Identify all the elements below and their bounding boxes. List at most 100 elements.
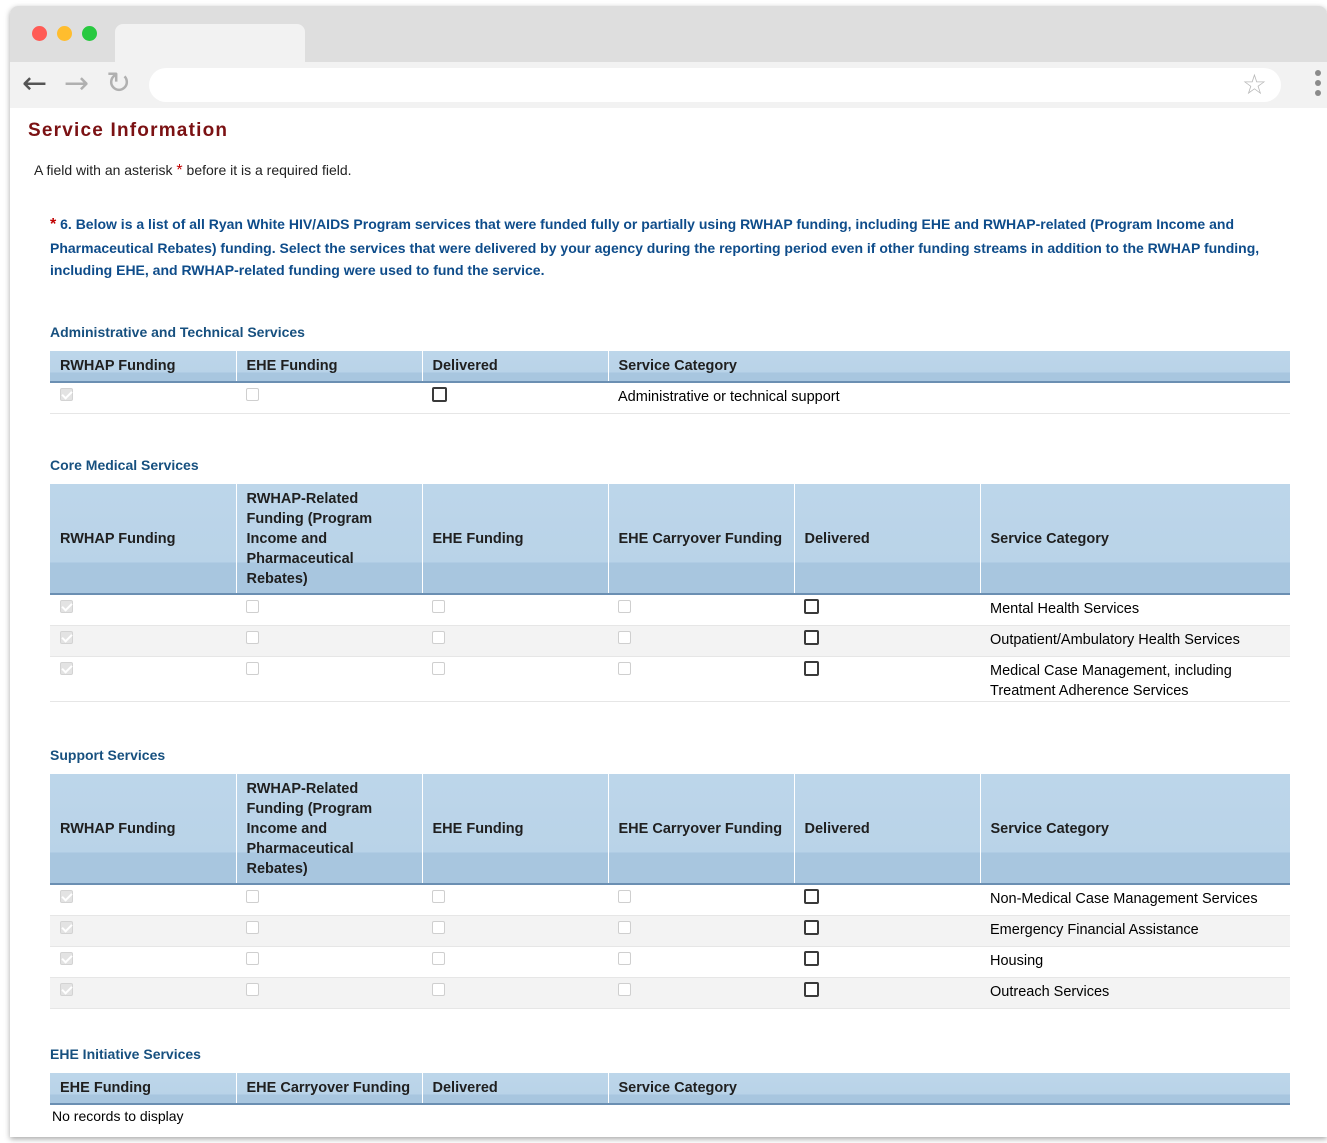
ehe-checkbox[interactable] — [432, 890, 445, 903]
address-bar[interactable]: ☆ — [149, 68, 1281, 102]
required-field-note: A field with an asterisk * before it is … — [34, 162, 352, 180]
table-row: Emergency Financial Assistance — [50, 915, 1290, 947]
column-header[interactable]: EHE Funding — [236, 351, 423, 383]
rwhap-checkbox[interactable] — [60, 662, 73, 675]
maximize-window-icon[interactable] — [82, 26, 97, 41]
column-header[interactable]: Delivered — [422, 1073, 609, 1105]
ehe-checkbox[interactable] — [246, 388, 259, 401]
delivered-checkbox[interactable] — [804, 951, 819, 966]
related-checkbox[interactable] — [246, 600, 259, 613]
related-checkbox[interactable] — [246, 631, 259, 644]
ehe-checkbox[interactable] — [432, 983, 445, 996]
carryover-checkbox[interactable] — [618, 952, 631, 965]
delivered-checkbox[interactable] — [804, 630, 819, 645]
close-window-icon[interactable] — [32, 26, 47, 41]
rwhap-cell — [50, 915, 236, 947]
column-header[interactable]: Service Category — [608, 351, 1290, 383]
table-row: Outpatient/Ambulatory Health Services — [50, 625, 1290, 657]
column-header[interactable]: Delivered — [422, 351, 609, 383]
carryover-checkbox[interactable] — [618, 631, 631, 644]
ehe-cell — [236, 382, 422, 414]
delivered-checkbox[interactable] — [804, 661, 819, 676]
ehe-checkbox[interactable] — [432, 921, 445, 934]
ehe-checkbox[interactable] — [432, 631, 445, 644]
delivered-checkbox[interactable] — [804, 982, 819, 997]
column-header[interactable]: Service Category — [980, 774, 1290, 885]
column-header[interactable]: EHE Carryover Funding — [608, 484, 795, 595]
required-asterisk-icon: * — [50, 216, 57, 233]
service-category-cell: Medical Case Management, including Treat… — [980, 656, 1290, 702]
table-body: Administrative or technical support — [50, 382, 1290, 414]
column-header[interactable]: Service Category — [980, 484, 1290, 595]
delivered-checkbox[interactable] — [804, 920, 819, 935]
column-header[interactable]: EHE Carryover Funding — [236, 1073, 423, 1105]
column-header[interactable]: RWHAP Funding — [50, 774, 237, 885]
delivered-cell — [794, 946, 980, 978]
delivered-checkbox[interactable] — [804, 599, 819, 614]
related-checkbox[interactable] — [246, 662, 259, 675]
rwhap-checkbox[interactable] — [60, 983, 73, 996]
related-checkbox[interactable] — [246, 952, 259, 965]
arrow-left-icon[interactable]: ← — [22, 66, 47, 102]
related-checkbox[interactable] — [246, 983, 259, 996]
column-header[interactable]: EHE Funding — [422, 484, 609, 595]
rwhap-checkbox[interactable] — [60, 921, 73, 934]
ehe-cell — [422, 594, 608, 626]
star-icon[interactable]: ☆ — [1242, 69, 1267, 101]
browser-titlebar — [10, 6, 1327, 64]
carryover-cell — [608, 656, 794, 702]
delivered-cell — [794, 977, 980, 1009]
delivered-checkbox[interactable] — [804, 889, 819, 904]
support-services-table: RWHAP Funding RWHAP-Related Funding (Pro… — [50, 774, 1290, 1009]
related-cell — [236, 594, 422, 626]
rwhap-checkbox[interactable] — [60, 952, 73, 965]
carryover-checkbox[interactable] — [618, 890, 631, 903]
carryover-checkbox[interactable] — [618, 921, 631, 934]
column-header[interactable]: RWHAP Funding — [50, 351, 237, 383]
rwhap-cell — [50, 946, 236, 978]
kebab-menu-icon[interactable] — [1315, 70, 1321, 100]
table-row: Housing — [50, 946, 1290, 978]
rwhap-cell — [50, 884, 236, 916]
rwhap-cell — [50, 382, 236, 414]
table-row: Outreach Services — [50, 977, 1290, 1009]
rwhap-checkbox[interactable] — [60, 631, 73, 644]
ehe-initiative-table: EHE Funding EHE Carryover Funding Delive… — [50, 1073, 1290, 1105]
delivered-cell — [794, 594, 980, 626]
rwhap-checkbox[interactable] — [60, 388, 73, 401]
column-header[interactable]: RWHAP Funding — [50, 484, 237, 595]
ehe-checkbox[interactable] — [432, 662, 445, 675]
section-core-medical: Core Medical Services RWHAP Funding RWHA… — [50, 457, 1290, 702]
related-checkbox[interactable] — [246, 921, 259, 934]
arrow-right-icon[interactable]: → — [64, 66, 89, 102]
carryover-checkbox[interactable] — [618, 662, 631, 675]
column-header[interactable]: RWHAP-Related Funding (Program Income an… — [236, 484, 423, 595]
delivered-checkbox[interactable] — [432, 387, 447, 402]
ehe-cell — [422, 946, 608, 978]
rwhap-cell — [50, 656, 236, 702]
column-header[interactable]: Service Category — [608, 1073, 1290, 1105]
column-header[interactable]: Delivered — [794, 484, 981, 595]
column-header[interactable]: Delivered — [794, 774, 981, 885]
ehe-checkbox[interactable] — [432, 600, 445, 613]
related-checkbox[interactable] — [246, 890, 259, 903]
carryover-checkbox[interactable] — [618, 600, 631, 613]
section-title: Core Medical Services — [50, 457, 199, 473]
column-header[interactable]: EHE Funding — [422, 774, 609, 885]
browser-window: ← → ↻ ☆ Service Information A field with… — [10, 6, 1327, 1137]
rwhap-checkbox[interactable] — [60, 890, 73, 903]
reload-icon[interactable]: ↻ — [106, 66, 131, 102]
page-title: Service Information — [28, 120, 229, 141]
column-header[interactable]: EHE Carryover Funding — [608, 774, 795, 885]
carryover-checkbox[interactable] — [618, 983, 631, 996]
browser-tab[interactable] — [115, 24, 305, 64]
service-category-cell: Non-Medical Case Management Services — [980, 884, 1290, 916]
carryover-cell — [608, 946, 794, 978]
table-row: Non-Medical Case Management Services — [50, 884, 1290, 916]
related-cell — [236, 946, 422, 978]
ehe-checkbox[interactable] — [432, 952, 445, 965]
minimize-window-icon[interactable] — [57, 26, 72, 41]
column-header[interactable]: EHE Funding — [50, 1073, 237, 1105]
column-header[interactable]: RWHAP-Related Funding (Program Income an… — [236, 774, 423, 885]
rwhap-checkbox[interactable] — [60, 600, 73, 613]
